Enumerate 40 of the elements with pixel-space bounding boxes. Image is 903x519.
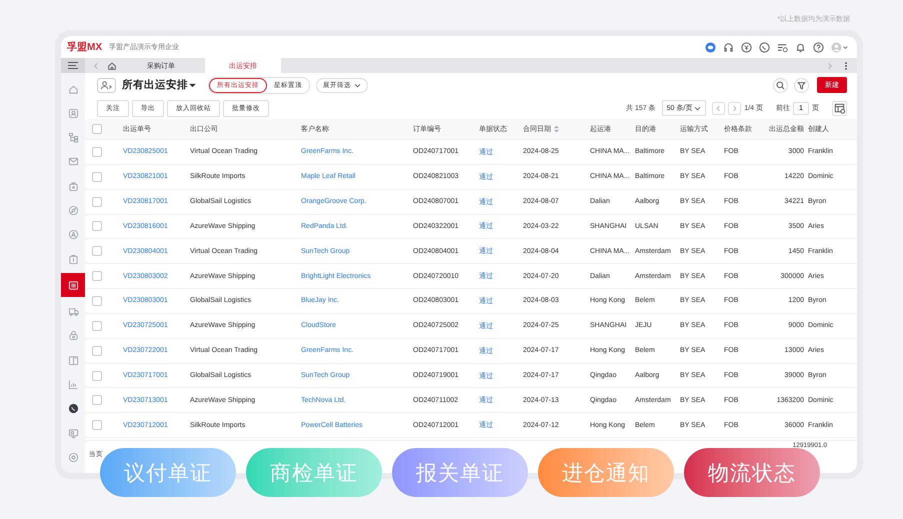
chevron-down-icon: [694, 106, 702, 110]
row-checkbox[interactable]: [92, 221, 102, 232]
row-checkbox[interactable]: [92, 395, 102, 406]
filter-icon[interactable]: [794, 78, 809, 92]
row-checkbox[interactable]: [92, 296, 102, 306]
doc-nav-icon[interactable]: [61, 273, 85, 298]
bell-icon[interactable]: [795, 42, 806, 52]
column-settings-icon[interactable]: [832, 100, 847, 116]
home-icon[interactable]: [107, 60, 117, 70]
row-checkbox[interactable]: [92, 172, 102, 182]
row-checkbox[interactable]: [92, 420, 102, 430]
feature-pill: 进仓通知: [538, 448, 674, 497]
avatar-icon[interactable]: [831, 42, 849, 52]
select-all-checkbox[interactable]: [92, 124, 102, 134]
row-checkbox[interactable]: [92, 346, 102, 356]
assign-user-icon[interactable]: [97, 78, 116, 92]
currency-icon[interactable]: [741, 42, 752, 52]
row-checkbox[interactable]: [92, 146, 102, 157]
brand-logo: 孚盟MX: [67, 40, 102, 54]
row-checkbox[interactable]: [92, 271, 102, 282]
prev-page-icon[interactable]: [712, 102, 726, 114]
feature-pill: 商检单证: [246, 448, 382, 497]
chat-bubble-icon[interactable]: [705, 42, 716, 52]
help-icon[interactable]: [813, 42, 824, 52]
sort-icon[interactable]: [554, 125, 559, 133]
row-checkbox[interactable]: [92, 320, 102, 331]
menu-icon[interactable]: [61, 58, 85, 73]
feature-pill: 物流状态: [684, 448, 820, 497]
feature-pill: 报关单证: [392, 448, 528, 497]
row-checkbox[interactable]: [92, 246, 102, 256]
row-checkbox[interactable]: [92, 370, 102, 381]
chevron-down-icon: [354, 82, 361, 88]
list-clock-icon[interactable]: [777, 42, 788, 52]
view-selector[interactable]: 所有出运安排: [122, 78, 196, 92]
headset-icon[interactable]: [723, 42, 734, 52]
phone-chat-icon[interactable]: [759, 42, 770, 52]
next-page-icon[interactable]: [728, 102, 742, 114]
search-icon[interactable]: [773, 78, 788, 92]
row-checkbox[interactable]: [92, 196, 102, 207]
caret-icon: [189, 82, 196, 88]
